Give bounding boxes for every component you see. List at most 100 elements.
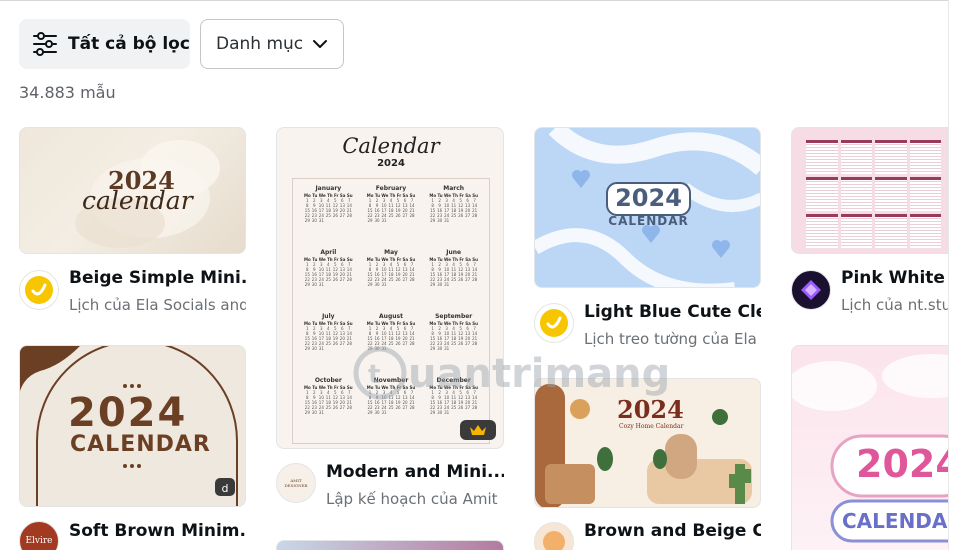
month-block: June Mo Tu We Th Fr Sa Su 1 2 3 4 5 6 7 8 9 10 11 12 1… [422,247,485,311]
month-block: January Mo Tu We Th Fr Sa Su 1 2 3 4 5 6 7 8 9 10 11… [297,183,360,247]
avatar-text: AMIT DESIGNER [284,478,308,488]
thumb-year-text: 2024 [617,395,684,424]
template-thumbnail-pink-2024[interactable]: 2024 CALENDAR [791,345,957,550]
template-thumbnail-beige[interactable]: 2024 calendar [19,127,246,254]
crown-icon [470,425,486,435]
top-border [0,0,957,1]
creator-avatar-elvire[interactable]: Elvire [19,521,59,550]
mini-month [909,140,941,174]
month-name: December [436,377,471,384]
day-grid: 1 2 3 4 5 6 7 8 9 10 11 12 13 14 15 16 17 18 19 20 21 22 23 24 2… [304,262,352,287]
mini-month [840,140,872,174]
month-name: August [379,313,403,320]
template-title[interactable]: Pink White Sin [841,268,957,288]
avatar-text: Elvire [25,536,53,546]
scrollbar-track[interactable] [948,0,957,550]
month-block: November Mo Tu We Th Fr Sa Su 1 2 3 4 5 6 7 8 9 10 1… [360,375,423,439]
chevron-down-icon [313,40,327,48]
month-block: October Mo Tu We Th Fr Sa Su 1 2 3 4 5 6 7 8 9 10 11… [297,375,360,439]
day-grid: 1 2 3 4 5 6 7 8 9 10 11 12 13 14 15 16 17 18 19 20 21 22 23 24 2… [430,198,478,223]
mini-month [840,177,872,211]
day-grid: 1 2 3 4 5 6 7 8 9 10 11 12 13 14 15 16 17 18 19 20 21 22 23 24 2… [367,390,415,415]
month-name: November [373,377,409,384]
creator-avatar-nt-studio[interactable] [791,270,831,310]
mini-month [806,140,838,174]
ela-logo-icon [25,276,53,304]
day-grid: 1 2 3 4 5 6 7 8 9 10 11 12 13 14 15 16 17 18 19 20 21 22 23 24 2… [304,198,352,223]
creator-avatar-ela[interactable] [534,303,574,343]
month-block: August Mo Tu We Th Fr Sa Su 1 2 3 4 5 6 7 8 9 10 11 1… [360,311,423,375]
premium-crown-badge [460,420,496,440]
template-thumbnail-partial[interactable] [276,540,504,550]
month-block: February Mo Tu We Th Fr Sa Su 1 2 3 4 5 6 7 8 9 10 1… [360,183,423,247]
thumb-year-text: 2024 [615,184,682,212]
mini-month [875,140,907,174]
mini-month [875,214,907,248]
thumb-year-text: 2024 [68,390,188,436]
month-name: June [446,249,462,256]
day-grid: 1 2 3 4 5 6 7 8 9 10 11 12 13 14 15 16 17 18 19 20 21 22 23 24 2… [367,262,415,287]
creator-avatar-ela[interactable] [19,270,59,310]
thumb-year-text: 2024 [856,442,957,486]
creator-avatar-amit[interactable]: AMIT DESIGNER [276,463,316,503]
month-name: February [375,185,407,192]
day-grid: 1 2 3 4 5 6 7 8 9 10 11 12 13 14 15 16 17 18 19 20 21 22 23 24 2… [430,390,478,415]
month-name: October [314,377,342,384]
thumb-calendar-text: CALENDAR [608,214,689,228]
mini-month [875,177,907,211]
template-title[interactable]: Brown and Beige C... [584,521,761,541]
template-thumbnail-pink-white[interactable]: 2 [791,127,957,254]
template-title[interactable]: Light Blue Cute Cle... [584,302,761,322]
template-creator[interactable]: Lịch của nt.studi [841,296,957,314]
day-grid: 1 2 3 4 5 6 7 8 9 10 11 12 13 14 15 16 17 18 19 20 21 22 23 24 2… [304,390,352,415]
pink-calendar-grid [806,140,941,248]
month-block: September Mo Tu We Th Fr Sa Su 1 2 3 4 5 6 7 8 9 10… [422,311,485,375]
mini-month [806,177,838,211]
thumb-calendar-title: Calendar [342,134,440,158]
category-dropdown[interactable]: Danh mục [200,19,344,69]
mini-month [840,214,872,248]
paid-d-icon: d [222,482,229,495]
filter-sliders-icon [33,32,57,56]
thumb-subtitle-text: Cozy Home Calendar [619,423,684,430]
month-name: April [320,249,337,256]
category-label: Danh mục [216,34,304,54]
nt-studio-logo-icon [801,280,821,300]
month-name: September [435,313,473,320]
thumb-calendar-text: CALENDAR [842,509,957,533]
thumb-calendar-text: CALENDAR [70,432,211,457]
mini-month [909,177,941,211]
day-grid: 1 2 3 4 5 6 7 8 9 10 11 12 13 14 15 16 17 18 19 20 21 22 23 24 2… [367,326,415,351]
template-title[interactable]: Modern and Mini... [326,462,504,482]
day-grid: 1 2 3 4 5 6 7 8 9 10 11 12 13 14 15 16 17 18 19 20 21 22 23 24 2… [430,262,478,287]
thumb-calendar-text: calendar [82,186,193,215]
template-title[interactable]: Beige Simple Mini... [69,268,246,288]
mini-month [909,214,941,248]
day-grid: 1 2 3 4 5 6 7 8 9 10 11 12 13 14 15 16 17 18 19 20 21 22 23 24 2… [430,326,478,351]
template-thumbnail-light-blue[interactable]: 2024 CALENDAR [534,127,761,288]
year-calendar-grid: January Mo Tu We Th Fr Sa Su 1 2 3 4 5 6 7 8 9 10 11… [292,178,490,444]
thumb-year-text: 2024 [377,158,405,169]
template-thumbnail-brown-beige[interactable]: 2024 Cozy Home Calendar [534,378,761,508]
ela-logo-icon [540,309,568,337]
all-filters-button[interactable]: Tất cả bộ lọc [19,19,190,69]
month-name: January [315,185,342,192]
day-grid: 1 2 3 4 5 6 7 8 9 10 11 12 13 14 15 16 17 18 19 20 21 22 23 24 2… [304,326,352,351]
creator-logo-icon [543,531,565,550]
month-name: March [443,185,465,192]
template-creator[interactable]: Lịch treo tường của Ela ... [584,330,761,348]
template-creator[interactable]: Lập kế hoạch của Amit ... [326,490,504,508]
mini-month [806,214,838,248]
template-creator[interactable]: Lịch của Ela Socials and... [69,296,246,314]
result-count: 34.883 mẫu [19,83,116,102]
template-thumbnail-modern[interactable]: Calendar 2024 January Mo Tu We Th Fr Sa S… [276,127,504,449]
creator-avatar[interactable] [534,522,574,550]
day-grid: 1 2 3 4 5 6 7 8 9 10 11 12 13 14 15 16 17 18 19 20 21 22 23 24 2… [367,198,415,223]
all-filters-label: Tất cả bộ lọc [68,34,190,54]
template-title[interactable]: Soft Brown Minim... [69,521,246,541]
template-thumbnail-soft-brown[interactable]: d 2024 CALENDAR [19,345,246,507]
month-block: July Mo Tu We Th Fr Sa Su 1 2 3 4 5 6 7 8 9 10 11 12 1… [297,311,360,375]
month-name: July [322,313,335,320]
month-block: April Mo Tu We Th Fr Sa Su 1 2 3 4 5 6 7 8 9 10 11 12… [297,247,360,311]
month-block: March Mo Tu We Th Fr Sa Su 1 2 3 4 5 6 7 8 9 10 11 12… [422,183,485,247]
